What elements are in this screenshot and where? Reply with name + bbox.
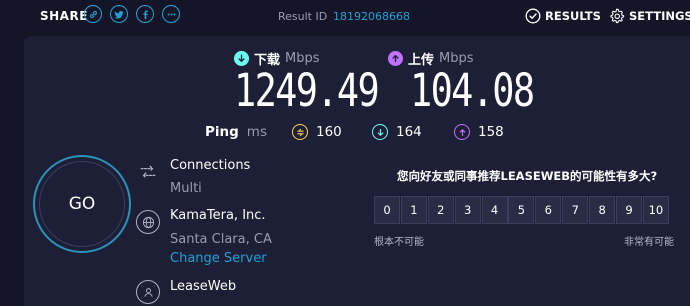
- top-bar: SHARE Result ID 18192068668 RESULTS SETT…: [0, 0, 690, 34]
- isp-name: KamaTera, Inc.: [170, 208, 266, 223]
- scale-low-label: 根本不可能: [374, 237, 424, 248]
- download-latency-icon: [372, 124, 388, 140]
- ping-label: Ping: [205, 124, 239, 140]
- rating-option[interactable]: 7: [562, 196, 589, 224]
- upload-latency-icon: [454, 124, 470, 140]
- settings-label: SETTINGS: [629, 9, 690, 23]
- rating-option[interactable]: 2: [427, 196, 454, 224]
- more-icon: [167, 12, 175, 16]
- check-circle-icon: [525, 8, 541, 24]
- rating-option[interactable]: 1: [400, 196, 427, 224]
- share-twitter-button[interactable]: [110, 5, 128, 23]
- isp-location: Santa Clara, CA: [170, 232, 272, 247]
- ping-download: 164: [372, 124, 422, 140]
- rating-option[interactable]: 8: [589, 196, 616, 224]
- ping-unit: ms: [246, 124, 267, 140]
- results-label: RESULTS: [545, 9, 601, 23]
- share-more-button[interactable]: [162, 5, 180, 23]
- idle-latency-icon: [292, 124, 308, 140]
- link-icon: [89, 10, 97, 18]
- ping-upload-value: 158: [478, 124, 504, 140]
- rating-option[interactable]: 0: [374, 196, 400, 224]
- rating-option[interactable]: 6: [535, 196, 562, 224]
- go-button[interactable]: GO: [33, 155, 131, 253]
- scale-high-label: 非常有可能: [624, 237, 674, 248]
- connections-icon: [136, 160, 160, 184]
- ping-header: Ping ms: [205, 124, 267, 140]
- twitter-icon: [114, 10, 124, 19]
- results-button[interactable]: RESULTS: [525, 8, 601, 24]
- ping-idle: 160: [292, 124, 342, 140]
- ping-download-value: 164: [396, 124, 422, 140]
- connections-value: Multi: [170, 181, 202, 196]
- user-icon: [136, 280, 160, 304]
- rating-option[interactable]: 4: [481, 196, 508, 224]
- rating-option[interactable]: 9: [616, 196, 643, 224]
- ping-upload: 158: [454, 124, 504, 140]
- rating-option[interactable]: 5: [508, 196, 535, 224]
- globe-icon: [136, 210, 160, 234]
- facebook-icon: [142, 10, 148, 19]
- upload-arrow-icon: [388, 51, 403, 66]
- share-link-button[interactable]: [84, 5, 102, 23]
- server-name: LeaseWeb: [170, 279, 237, 294]
- rating-scale: 0 1 2 3 4 5 6 7 8 9 10: [374, 196, 670, 224]
- gear-icon: [610, 8, 625, 24]
- survey-question: 您向好友或同事推荐LEASEWEB的可能性有多大?: [397, 169, 658, 183]
- settings-button[interactable]: SETTINGS: [609, 8, 690, 24]
- download-speed-value: 1249.49: [234, 64, 380, 117]
- rating-option[interactable]: 10: [642, 196, 669, 224]
- result-id-label: Result ID: [278, 10, 328, 23]
- share-label: SHARE: [40, 9, 88, 23]
- share-facebook-button[interactable]: [136, 5, 154, 23]
- upload-speed-value: 104.08: [410, 64, 535, 117]
- result-id-link[interactable]: 18192068668: [333, 10, 410, 23]
- connections-label: Connections: [170, 158, 251, 173]
- change-server-link[interactable]: Change Server: [170, 251, 267, 266]
- rating-option[interactable]: 3: [454, 196, 481, 224]
- ping-idle-value: 160: [316, 124, 342, 140]
- go-label: GO: [39, 161, 125, 247]
